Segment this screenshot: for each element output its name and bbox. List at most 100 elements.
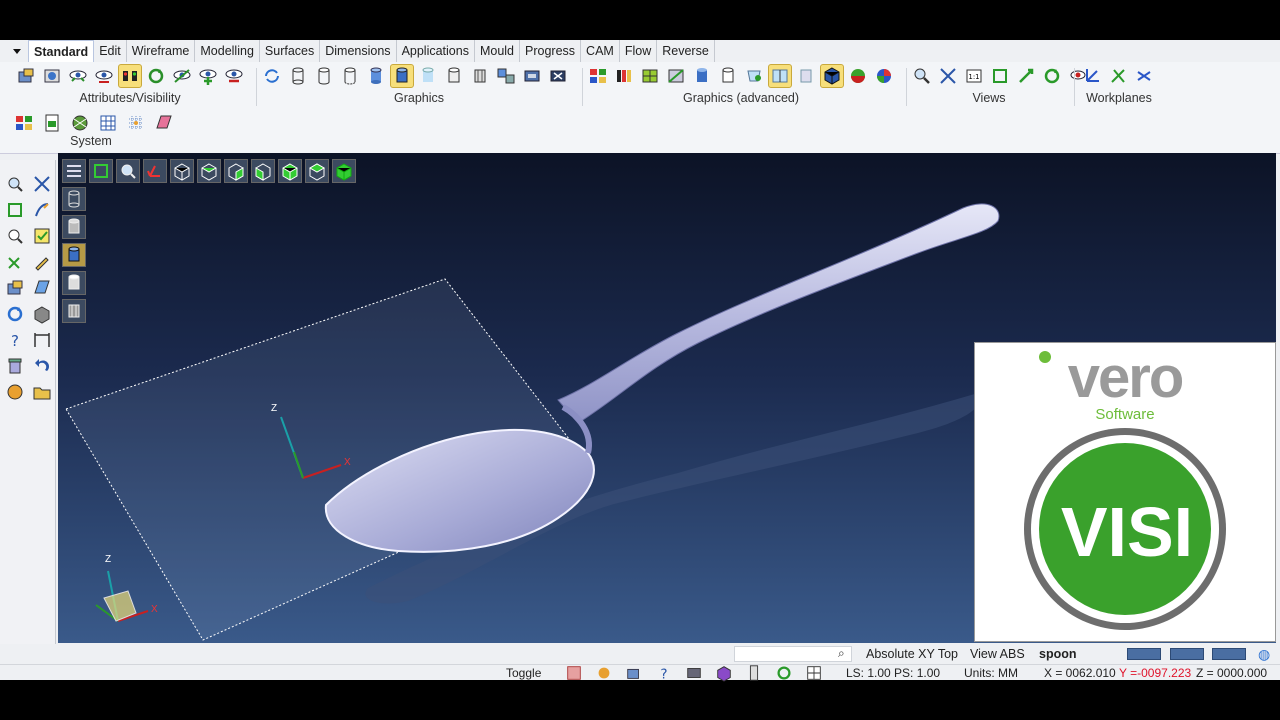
view-cube-top-button[interactable] (197, 159, 221, 183)
draft-analysis-icon[interactable] (664, 64, 688, 88)
zoom-window-button[interactable] (116, 159, 140, 183)
measure-icon[interactable] (3, 198, 27, 222)
colour-icon[interactable] (40, 64, 64, 88)
tab-surfaces[interactable]: Surfaces (260, 40, 321, 62)
hidden-line-cylinder-icon[interactable] (312, 64, 336, 88)
snap-grid-icon[interactable] (124, 111, 148, 135)
dimension-icon[interactable] (30, 328, 54, 352)
ruler-icon[interactable] (745, 665, 763, 681)
hidden-line-mode-icon[interactable] (62, 215, 86, 239)
toggle-visibility-icon[interactable] (170, 64, 194, 88)
workplane-axis-icon[interactable] (1080, 64, 1104, 88)
window-zoom-icon[interactable] (988, 64, 1012, 88)
mesh-mode-icon[interactable] (62, 299, 86, 323)
workplane-rotate-icon[interactable] (1132, 64, 1156, 88)
search-icon[interactable] (3, 172, 27, 196)
command-search-input[interactable] (734, 646, 852, 662)
view-cube-back-button[interactable] (305, 159, 329, 183)
open-folder-icon[interactable] (30, 380, 54, 404)
tab-applications[interactable]: Applications (397, 40, 475, 62)
show-entity-icon[interactable] (66, 64, 90, 88)
shading-cube-icon[interactable] (820, 64, 844, 88)
globe-settings-icon[interactable] (68, 111, 92, 135)
hide-entity-icon[interactable] (92, 64, 116, 88)
mesh-cylinder-icon[interactable] (468, 64, 492, 88)
silhouette-cylinder-icon[interactable] (442, 64, 466, 88)
tab-dimensions[interactable]: Dimensions (320, 40, 397, 62)
tab-reverse[interactable]: Reverse (657, 40, 715, 62)
zoom-1to1-icon[interactable]: 1:1 (962, 64, 986, 88)
refresh-icon[interactable] (3, 302, 27, 326)
palette-icon[interactable] (12, 111, 36, 135)
view-cube-iso-button[interactable] (332, 159, 356, 183)
attributes-icon[interactable] (14, 64, 38, 88)
wireframe-mode-icon[interactable] (62, 187, 86, 211)
inspect-icon[interactable] (3, 224, 27, 248)
clipping-icon[interactable] (794, 64, 818, 88)
shaded-cylinder-icon[interactable] (364, 64, 388, 88)
shaded-mode-icon[interactable] (62, 243, 86, 267)
tab-edit[interactable]: Edit (94, 40, 127, 62)
macro-icon[interactable] (3, 380, 27, 404)
hide-all-icon[interactable] (222, 64, 246, 88)
snap-icon[interactable] (595, 665, 613, 681)
refresh-status-icon[interactable] (775, 665, 793, 681)
rotate-view-icon[interactable] (1040, 64, 1064, 88)
workplane-settings-icon[interactable] (152, 111, 176, 135)
tab-wireframe[interactable]: Wireframe (127, 40, 196, 62)
tab-cam[interactable]: CAM (581, 40, 620, 62)
settings-document-icon[interactable] (40, 111, 64, 135)
environment-map-icon[interactable] (872, 64, 896, 88)
tab-progress[interactable]: Progress (520, 40, 582, 62)
cube-status-icon[interactable] (715, 665, 733, 682)
pan-icon[interactable] (1014, 64, 1038, 88)
screen-capture-icon[interactable] (520, 64, 544, 88)
outline-cylinder-icon[interactable] (716, 64, 740, 88)
tab-mould[interactable]: Mould (475, 40, 521, 62)
toggle-button[interactable]: Toggle (506, 665, 541, 681)
surface-icon[interactable] (30, 276, 54, 300)
status-swatch-1[interactable] (1127, 648, 1161, 660)
face-colors-icon[interactable] (638, 64, 662, 88)
sphere-lighting-icon[interactable] (846, 64, 870, 88)
grid-status-icon[interactable] (805, 665, 823, 681)
regenerate-icon[interactable] (260, 64, 284, 88)
edit-curve-icon[interactable] (30, 198, 54, 222)
wireframe-cylinder-icon[interactable] (286, 64, 310, 88)
view-cube-left-button[interactable] (251, 159, 275, 183)
view-cube-side-button[interactable] (224, 159, 248, 183)
checklist-icon[interactable] (30, 224, 54, 248)
transparency-icon[interactable] (742, 64, 766, 88)
refresh-visibility-icon[interactable] (144, 64, 168, 88)
dashed-cylinder-icon[interactable] (338, 64, 362, 88)
rotate-axis-button[interactable] (143, 159, 167, 183)
record-icon[interactable] (565, 665, 583, 681)
tab-standard[interactable]: Standard (28, 40, 95, 62)
tab-modelling[interactable]: Modelling (195, 40, 260, 62)
network-icon[interactable] (685, 665, 703, 681)
shaded-blue-cylinder-icon[interactable] (690, 64, 714, 88)
transparent-mode-icon[interactable] (62, 271, 86, 295)
undo-icon[interactable] (30, 354, 54, 378)
section-view-icon[interactable] (768, 64, 792, 88)
grid-settings-icon[interactable] (96, 111, 120, 135)
shaded-edges-cylinder-icon[interactable] (390, 64, 414, 88)
pen-edit-icon[interactable] (30, 250, 54, 274)
solid-box-icon[interactable] (30, 302, 54, 326)
workplane-indicator[interactable]: Absolute XY Top (866, 644, 958, 664)
view-cube-bottom-button[interactable] (278, 159, 302, 183)
search-icon[interactable]: ⌕ (838, 646, 845, 661)
zoom-icon[interactable] (910, 64, 934, 88)
assembly-colors-icon[interactable] (586, 64, 610, 88)
help-icon[interactable]: ? (3, 328, 27, 352)
view-cube-front-button[interactable] (170, 159, 194, 183)
transform-icon[interactable] (3, 250, 27, 274)
delete-icon[interactable] (3, 354, 27, 378)
globe-icon[interactable]: ◍ (1258, 646, 1270, 663)
filter-icon[interactable] (625, 665, 643, 681)
quick-menu-dropdown[interactable] (0, 40, 28, 62)
multi-view-icon[interactable] (494, 64, 518, 88)
zoom-extents-icon[interactable] (936, 64, 960, 88)
help-status-icon[interactable]: ? (655, 665, 673, 682)
transparent-cylinder-icon[interactable] (416, 64, 440, 88)
